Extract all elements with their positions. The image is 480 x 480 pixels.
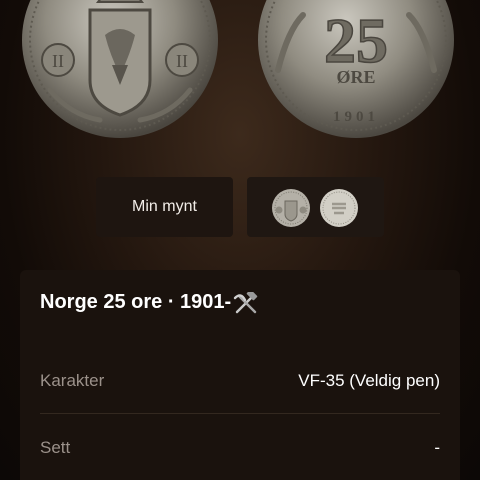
svg-text:II: II (52, 51, 64, 71)
coin-details-card: Norge 25 ore · 1901- Karakter VF-35 (Vel… (20, 270, 460, 480)
coin-title: Norge 25 ore · 1901- (40, 291, 259, 314)
thumbnail-obverse-icon (272, 189, 310, 227)
coin-reverse-icon[interactable]: 25 ØRE 1901 (256, 0, 456, 140)
grade-row[interactable]: Karakter VF-35 (Veldig pen) (40, 371, 440, 431)
set-label: Sett (40, 438, 71, 457)
coin-title-text: Norge 25 ore · 1901- (40, 291, 232, 313)
coin-denomination: 25 (324, 5, 388, 76)
coin-obverse-icon[interactable]: II II (20, 0, 220, 140)
grade-label: Karakter (40, 371, 105, 390)
hammer-and-pick-icon (234, 291, 258, 313)
thumbnail-reverse-icon (320, 189, 358, 227)
grade-value: VF-35 (Veldig pen) (298, 371, 440, 390)
my-coin-label: Min mynt (132, 198, 197, 215)
coin-year: 1901 (333, 109, 379, 125)
coin-photos: II II 25 ØRE 1901 (0, 0, 480, 160)
coin-thumbnails-button[interactable] (247, 177, 384, 237)
coin-unit: ØRE (336, 67, 375, 87)
row-divider (40, 413, 440, 414)
coin-detail-screen: II II 25 ØRE 1901 Min mynt Norge 25 ore … (0, 0, 480, 480)
view-selector: Min mynt (0, 176, 480, 238)
my-coin-button[interactable]: Min mynt (96, 177, 233, 237)
set-row[interactable]: Sett - (40, 438, 440, 480)
set-value: - (434, 438, 440, 457)
svg-text:II: II (176, 51, 188, 71)
